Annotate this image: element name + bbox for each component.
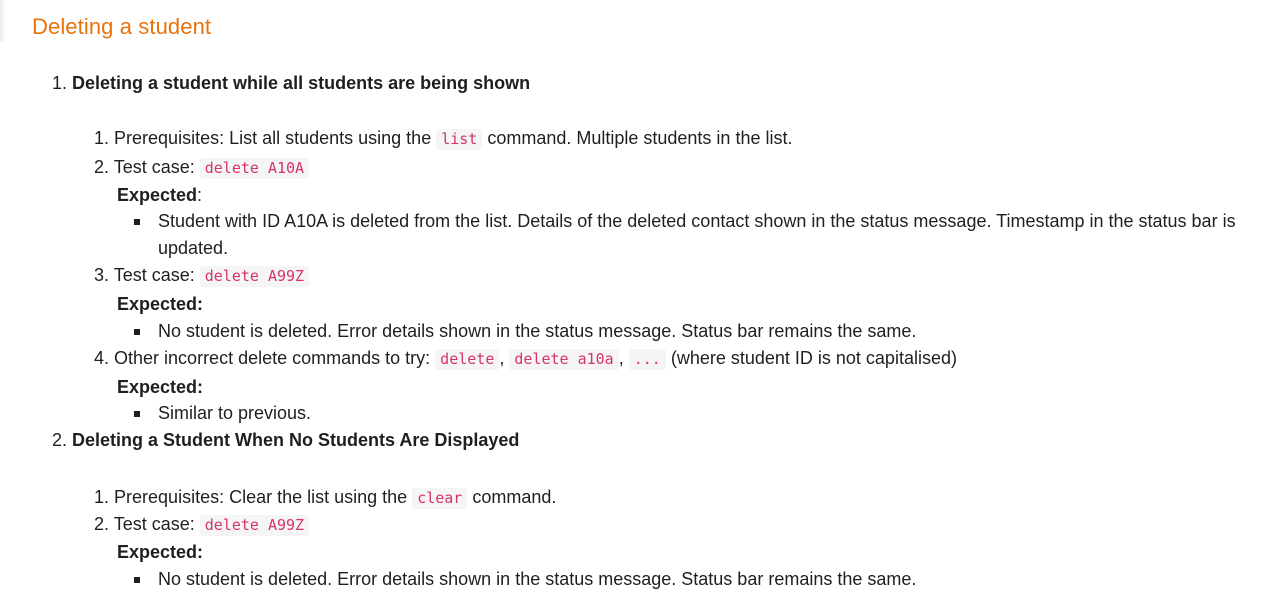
expected-colon: : <box>197 185 203 205</box>
step-label: Test case: <box>113 157 200 177</box>
inline-code-delete-a99z: delete A99Z <box>199 266 310 287</box>
square-bullet-icon <box>134 329 140 335</box>
step-text-after: command. <box>467 487 557 507</box>
step-number: 1. <box>94 487 110 507</box>
inline-code-delete: delete <box>435 349 500 370</box>
case-1-step-4: 4. Other incorrect delete commands to tr… <box>94 345 957 372</box>
inline-code-list: list <box>436 129 483 150</box>
step-text-before: Prerequisites: Clear the list using the <box>114 487 413 507</box>
expected-text: Student with ID A10A is deleted from the… <box>158 211 1236 258</box>
step-number: 3. <box>94 265 110 285</box>
inline-code-delete-a10a: delete A10A <box>199 158 310 179</box>
step-label: Test case: <box>113 265 200 285</box>
step-label: Test case: <box>113 514 200 534</box>
inline-code-clear: clear <box>412 488 468 509</box>
step-text-after: command. Multiple students in the list. <box>482 128 793 148</box>
case-1-step-4-expected-label: Expected: <box>117 377 204 397</box>
case-1-heading: 1. Deleting a student while all students… <box>52 70 530 96</box>
expected-text: No student is deleted. Error details sho… <box>158 321 917 341</box>
code-separator: , <box>618 348 629 368</box>
left-edge-shade <box>0 0 6 42</box>
step-number: 1. <box>94 128 110 148</box>
case-2-number: 2. <box>52 430 68 450</box>
inline-code-ellipsis: ... <box>628 349 666 370</box>
step-label: Other incorrect delete commands to try: <box>114 348 436 368</box>
step-number: 4. <box>94 348 110 368</box>
case-1-step-3-expected-label: Expected: <box>117 294 204 314</box>
section-title: Deleting a student <box>32 14 212 39</box>
square-bullet-icon <box>134 219 140 225</box>
case-2-step-2: 2. Test case: delete A99Z <box>94 511 310 538</box>
case-2-step-2-expected-label: Expected: <box>117 542 204 562</box>
case-2-heading: 2. Deleting a Student When No Students A… <box>52 427 519 453</box>
expected-label: Expected <box>117 185 198 205</box>
document-page: Deleting a student 1. Deleting a student… <box>0 0 1280 616</box>
case-2-title: Deleting a Student When No Students Are … <box>72 430 520 450</box>
step-number: 2. <box>94 157 110 177</box>
case-1-step-3: 3. Test case: delete A99Z <box>94 262 310 289</box>
step-text-after: (where student ID is not capitalised) <box>665 348 957 368</box>
case-1-step-2-expected-label: Expected: <box>117 182 202 208</box>
inline-code-delete-a10a-lower: delete a10a <box>509 349 619 370</box>
case-2-step-1: 1. Prerequisites: Clear the list using t… <box>94 484 556 511</box>
step-text-before: Prerequisites: List all students using t… <box>114 128 437 148</box>
case-1-step-2: 2. Test case: delete A10A <box>94 154 310 181</box>
case-1-title: Deleting a student while all students ar… <box>72 73 531 93</box>
square-bullet-icon <box>134 411 140 417</box>
expected-text: No student is deleted. Error details sho… <box>158 569 917 589</box>
case-1-step-1: 1. Prerequisites: List all students usin… <box>94 125 792 152</box>
code-separator: , <box>499 348 510 368</box>
square-bullet-icon <box>134 577 140 583</box>
step-number: 2. <box>94 514 110 534</box>
inline-code-delete-a99z: delete A99Z <box>199 515 310 536</box>
expected-text: Similar to previous. <box>158 403 312 423</box>
case-1-number: 1. <box>52 73 68 93</box>
